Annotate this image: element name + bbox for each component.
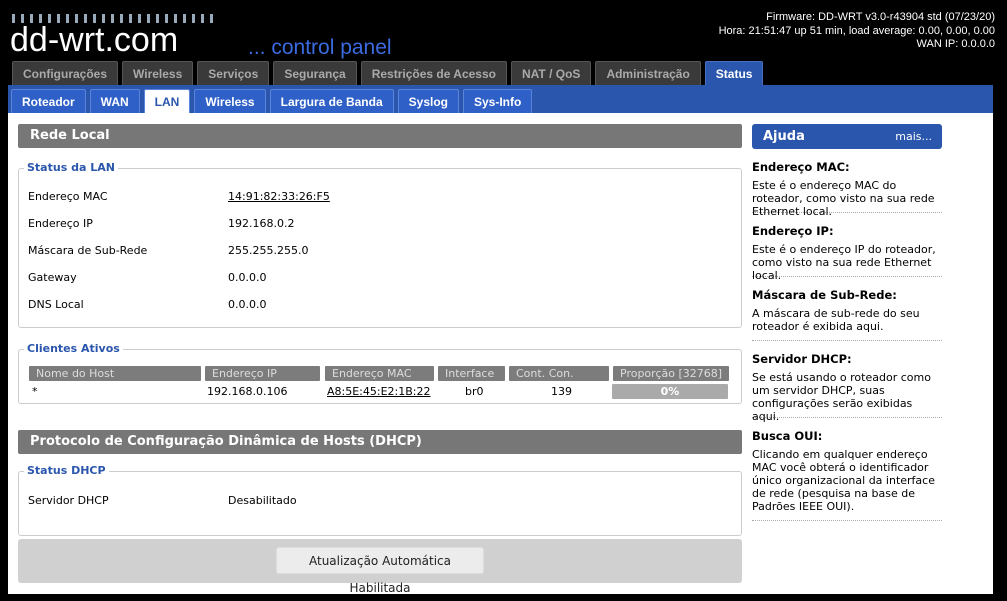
subtab-syslog[interactable]: Syslog <box>397 89 459 113</box>
help-heading: Endereço MAC: <box>752 160 850 174</box>
help-header: Ajuda mais... <box>752 124 942 149</box>
lan-status-legend: Status da LAN <box>24 161 118 174</box>
help-item-oui: Busca OUI: Clicando em qualquer endereço… <box>752 429 942 521</box>
help-item-ip: Endereço IP: Este é o endereço IP do rot… <box>752 224 942 282</box>
row-label: Máscara de Sub-Rede <box>28 244 148 257</box>
help-text: Clicando em qualquer endereço MAC você o… <box>752 448 935 513</box>
col-header-hostname[interactable]: Nome do Host <box>29 366 201 381</box>
row-value: 255.255.255.0 <box>228 244 309 257</box>
subtab-wireless[interactable]: Wireless <box>194 89 266 113</box>
client-connections: 139 <box>551 385 572 398</box>
row-label: DNS Local <box>28 298 84 311</box>
uptime-text: Hora: 21:51:47 up 51 min, load average: … <box>718 24 995 37</box>
tab-servicos[interactable]: Serviços <box>197 61 270 85</box>
help-text: A máscara de sub-rede do seu roteador é … <box>752 307 920 333</box>
content-area: Rede Local Status da LAN Endereço MAC 14… <box>8 113 993 595</box>
section-title-dhcp: Protocolo de Configuração Dinâmica de Ho… <box>18 430 742 454</box>
row-value: 0.0.0.0 <box>228 298 267 311</box>
active-clients-fieldset: Clientes Ativos Nome do Host Endereço IP… <box>18 342 742 404</box>
subtab-roteador[interactable]: Roteador <box>11 89 86 113</box>
help-heading: Máscara de Sub-Rede: <box>752 288 897 302</box>
subtab-sys-info[interactable]: Sys-Info <box>463 89 533 113</box>
client-hostname: * <box>32 385 38 398</box>
page-header: dd-wrt.com ... control panel Firmware: D… <box>0 0 1007 60</box>
main-tabs: Configurações Wireless Serviços Seguranç… <box>12 61 764 85</box>
help-item-subnet: Máscara de Sub-Rede: A máscara de sub-re… <box>752 288 942 341</box>
dhcp-status-legend: Status DHCP <box>24 464 109 477</box>
control-panel-text: ... control panel <box>248 36 392 59</box>
tab-administracao[interactable]: Administração <box>595 61 701 85</box>
tab-status[interactable]: Status <box>704 61 764 85</box>
help-column: Ajuda mais... Endereço MAC: Este é o end… <box>752 124 942 521</box>
col-header-interface[interactable]: Interface <box>438 366 505 381</box>
help-text: Este é o endereço MAC do roteador, como … <box>752 179 935 218</box>
help-heading: Endereço IP: <box>752 224 834 238</box>
col-header-connections[interactable]: Cont. Con. <box>509 366 609 381</box>
row-label: Endereço IP <box>28 217 93 230</box>
row-label: Endereço MAC <box>28 190 108 203</box>
col-header-ip[interactable]: Endereço IP <box>205 366 320 381</box>
brand-text: dd-wrt.com <box>10 21 179 59</box>
autorefresh-button[interactable]: Atualização Automática Habilitada <box>276 547 484 595</box>
row-label: Gateway <box>28 271 77 284</box>
firmware-text: Firmware: DD-WRT v3.0-r43904 std (07/23/… <box>766 11 995 23</box>
subtab-lan[interactable]: LAN <box>143 89 191 113</box>
tab-seguranca[interactable]: Segurança <box>273 61 357 85</box>
help-text: Este é o endereço IP do roteador, como v… <box>752 243 936 282</box>
help-item-dhcp: Servidor DHCP: Se está usando o roteador… <box>752 352 942 423</box>
autorefresh-panel: Atualização Automática Habilitada <box>18 539 742 595</box>
help-heading: Busca OUI: <box>752 429 823 443</box>
help-heading: Servidor DHCP: <box>752 352 852 366</box>
client-ip: 192.168.0.106 <box>207 385 288 398</box>
mac-address-link[interactable]: 14:91:82:33:26:F5 <box>228 190 330 203</box>
active-clients-legend: Clientes Ativos <box>24 342 123 355</box>
client-ratio-bar: 0% <box>612 384 728 399</box>
client-interface: br0 <box>465 385 484 398</box>
wan-ip-text: WAN IP: 0.0.0.0 <box>916 38 995 50</box>
client-mac-link[interactable]: A8:5E:45:E2:1B:22 <box>327 385 431 398</box>
section-title-rede-local: Rede Local <box>18 124 742 148</box>
help-text: Se está usando o roteador como um servid… <box>752 371 931 423</box>
subtab-wan[interactable]: WAN <box>89 89 140 113</box>
main-column: Rede Local Status da LAN Endereço MAC 14… <box>18 124 742 595</box>
sub-tabs-bar: Roteador WAN LAN Wireless Largura de Ban… <box>8 85 993 113</box>
row-value: Desabilitado <box>228 494 297 507</box>
tab-restricoes[interactable]: Restrições de Acesso <box>360 61 507 85</box>
col-header-ratio[interactable]: Proporção [32768] <box>613 366 729 381</box>
tab-configuracoes[interactable]: Configurações <box>12 61 119 85</box>
tab-nat-qos[interactable]: NAT / QoS <box>510 61 592 85</box>
help-title: Ajuda <box>763 129 805 144</box>
col-header-mac[interactable]: Endereço MAC <box>325 366 434 381</box>
ddwrt-logo[interactable]: dd-wrt.com ... control panel <box>10 10 450 60</box>
tab-wireless[interactable]: Wireless <box>122 61 194 85</box>
row-value: 192.168.0.2 <box>228 217 295 230</box>
lan-status-fieldset: Status da LAN Endereço MAC 14:91:82:33:2… <box>18 161 742 328</box>
sub-tabs: Roteador WAN LAN Wireless Largura de Ban… <box>11 89 533 113</box>
dhcp-status-fieldset: Status DHCP Servidor DHCP Desabilitado <box>18 464 742 536</box>
help-item-mac: Endereço MAC: Este é o endereço MAC do r… <box>752 160 942 218</box>
row-label: Servidor DHCP <box>28 494 109 507</box>
row-value: 0.0.0.0 <box>228 271 267 284</box>
help-more-link[interactable]: mais... <box>895 124 932 149</box>
system-info: Firmware: DD-WRT v3.0-r43904 std (07/23/… <box>719 11 995 52</box>
subtab-largura-banda[interactable]: Largura de Banda <box>269 89 394 113</box>
